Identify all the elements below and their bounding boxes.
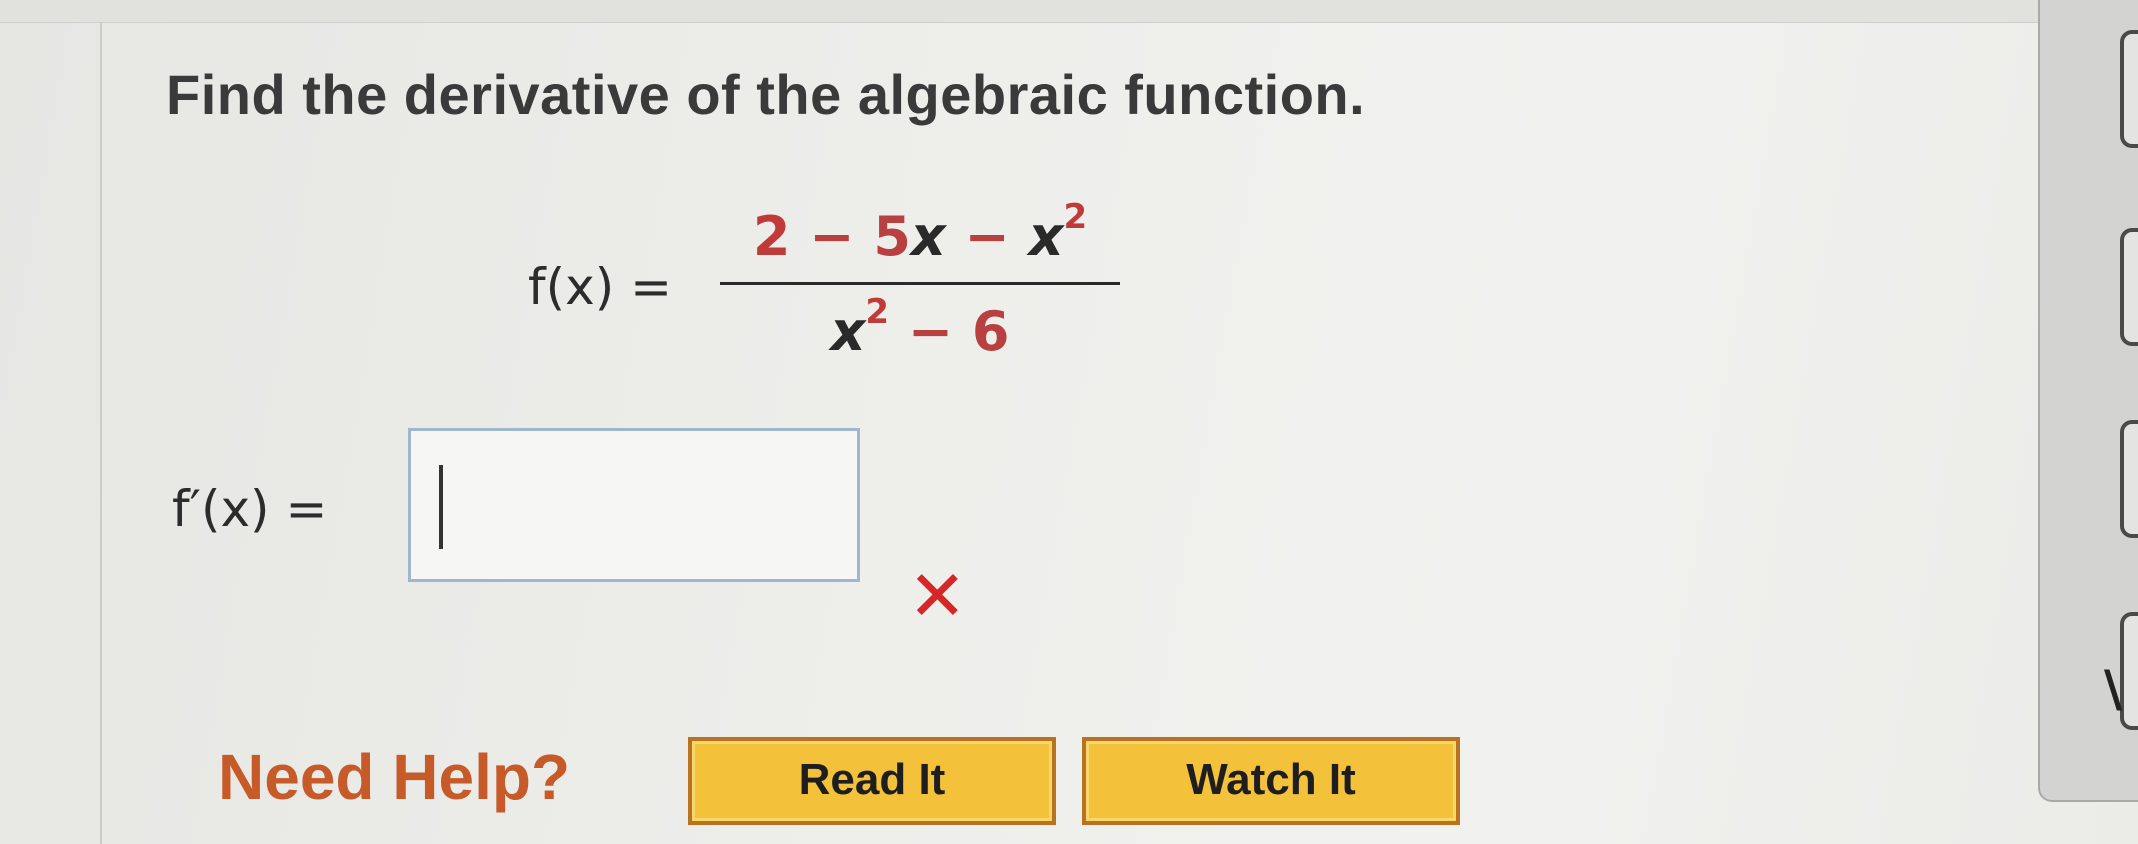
side-slot-3[interactable] bbox=[2120, 420, 2138, 538]
numerator-op-2: − bbox=[945, 205, 1029, 268]
right-side-panel bbox=[2038, 0, 2138, 802]
fraction-bar bbox=[720, 282, 1120, 285]
incorrect-x-icon: ✕ bbox=[908, 555, 967, 637]
fraction-denominator: x2 − 6 bbox=[720, 291, 1120, 373]
function-label: f(x) = bbox=[528, 258, 672, 316]
answer-input[interactable] bbox=[408, 428, 860, 582]
numerator-term-2: − 5 bbox=[790, 205, 911, 268]
question-prompt: Find the derivative of the algebraic fun… bbox=[166, 63, 1366, 126]
denominator-exponent: 2 bbox=[865, 292, 890, 332]
side-slot-4[interactable] bbox=[2120, 612, 2138, 730]
text-cursor bbox=[439, 465, 443, 549]
need-help-label: Need Help? bbox=[218, 741, 571, 813]
left-divider bbox=[100, 22, 102, 844]
fraction-numerator: 2 − 5x − x2 bbox=[720, 196, 1120, 278]
function-fraction: 2 − 5x − x2 x2 − 6 bbox=[720, 196, 1120, 373]
side-slot-2[interactable] bbox=[2120, 228, 2138, 346]
denominator-term-2: − 6 bbox=[889, 300, 1010, 363]
numerator-exponent: 2 bbox=[1063, 197, 1088, 237]
numerator-var-2: x bbox=[1028, 205, 1064, 268]
numerator-var-1: x bbox=[910, 205, 946, 268]
side-panel-glyph: \ bbox=[2104, 660, 2123, 718]
answer-label: f′(x) = bbox=[172, 480, 328, 538]
denominator-var-1: x bbox=[830, 300, 866, 363]
read-it-button[interactable]: Read It bbox=[688, 737, 1056, 825]
watch-it-button[interactable]: Watch It bbox=[1082, 737, 1460, 825]
numerator-term-1: 2 bbox=[752, 205, 791, 268]
page: Find the derivative of the algebraic fun… bbox=[0, 0, 2138, 844]
top-strip bbox=[0, 0, 2070, 23]
side-slot-1[interactable] bbox=[2120, 30, 2138, 148]
